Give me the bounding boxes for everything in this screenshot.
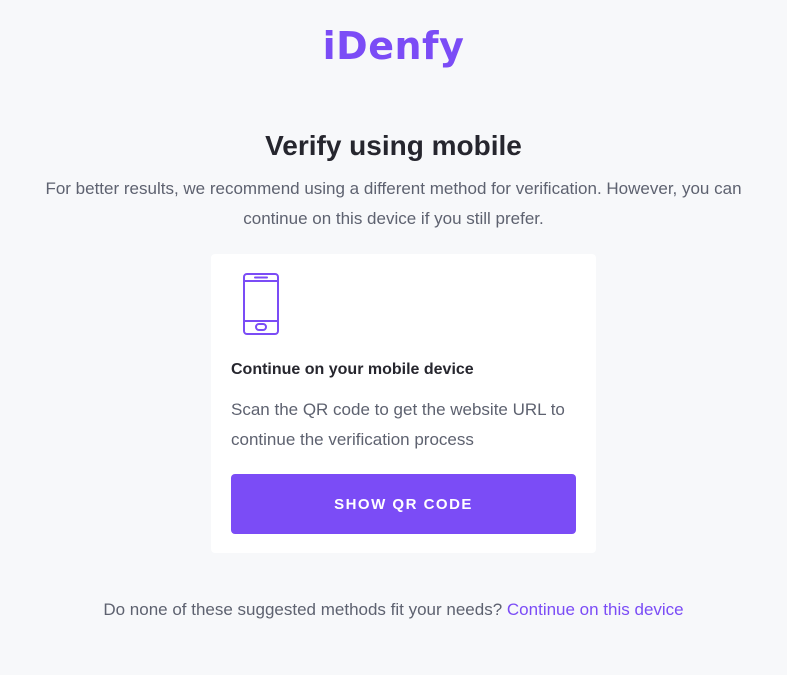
- footer-question: Do none of these suggested methods fit y…: [103, 600, 503, 619]
- continue-on-this-device-link[interactable]: Continue on this device: [507, 600, 684, 619]
- mobile-option-card: Continue on your mobile device Scan the …: [211, 254, 596, 553]
- show-qr-code-button[interactable]: SHOW QR CODE: [231, 474, 576, 534]
- page-subtitle: For better results, we recommend using a…: [45, 179, 742, 228]
- footer-text: Do none of these suggested methods fit y…: [0, 596, 787, 624]
- page-title: Verify using mobile: [265, 130, 522, 161]
- idenfy-logo: iDenfy: [322, 24, 465, 68]
- card-description: Scan the QR code to get the website URL …: [231, 400, 565, 449]
- mobile-phone-icon: [243, 273, 279, 335]
- card-heading: Continue on your mobile device: [231, 361, 474, 378]
